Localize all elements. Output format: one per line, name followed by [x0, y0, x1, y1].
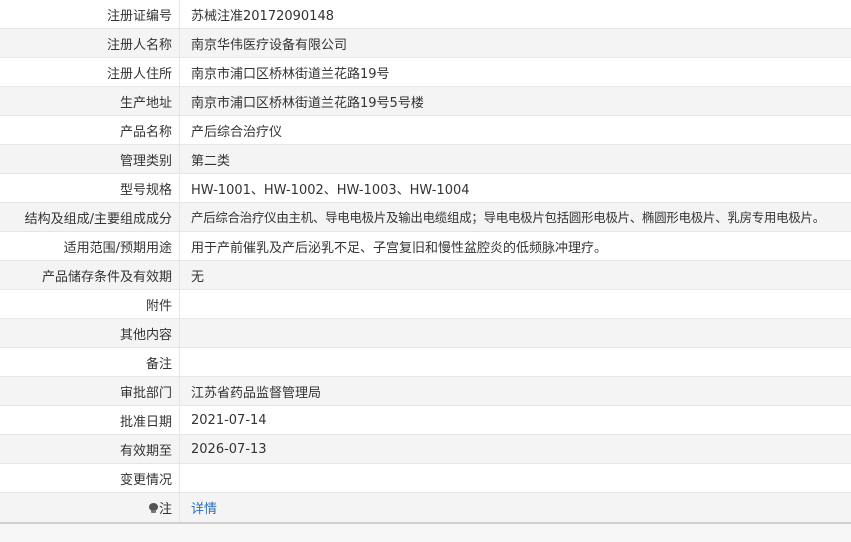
field-label: 注册人住所 [0, 57, 180, 87]
table-row: 注册人名称 南京华伟医疗设备有限公司 [0, 28, 851, 58]
field-label: 注册证编号 [0, 0, 180, 29]
field-label: 附件 [0, 289, 180, 319]
page-footer-strip [0, 524, 851, 542]
field-value: HW-1001、HW-1002、HW-1003、HW-1004 [179, 173, 851, 203]
field-label: 变更情况 [0, 463, 180, 493]
field-label: 注册人名称 [0, 28, 180, 58]
table-row: 附件 [0, 289, 851, 319]
table-row: 注册证编号 苏械注准20172090148 [0, 0, 851, 29]
field-value: 用于产前催乳及产后泌乳不足、子宫复旧和慢性盆腔炎的低频脉冲理疗。 [179, 231, 851, 261]
field-value: 产后综合治疗仪由主机、导电电极片及输出电缆组成；导电电极片包括圆形电极片、椭圆形… [179, 202, 851, 232]
table-row: 产品名称 产后综合治疗仪 [0, 115, 851, 145]
table-row: 审批部门 江苏省药品监督管理局 [0, 376, 851, 406]
table-row: 其他内容 [0, 318, 851, 348]
field-label: 产品储存条件及有效期 [0, 260, 180, 290]
field-label: 其他内容 [0, 318, 180, 348]
field-value [179, 289, 851, 319]
table-row: 适用范围/预期用途 用于产前催乳及产后泌乳不足、子宫复旧和慢性盆腔炎的低频脉冲理… [0, 231, 851, 261]
details-link[interactable]: 详情 [191, 502, 217, 517]
field-value: 第二类 [179, 144, 851, 174]
note-row: 注 详情 [0, 492, 851, 523]
table-row: 结构及组成/主要组成成分 产后综合治疗仪由主机、导电电极片及输出电缆组成；导电电… [0, 202, 851, 232]
field-value [179, 318, 851, 348]
table-row: 变更情况 [0, 463, 851, 493]
field-label: 批准日期 [0, 405, 180, 435]
field-value: 南京华伟医疗设备有限公司 [179, 28, 851, 58]
field-value: 南京市浦口区桥林街道兰花路19号5号楼 [179, 86, 851, 116]
field-value: 苏械注准20172090148 [179, 0, 851, 29]
table-row: 型号规格 HW-1001、HW-1002、HW-1003、HW-1004 [0, 173, 851, 203]
lightbulb-icon [148, 503, 158, 514]
field-label: 管理类别 [0, 144, 180, 174]
field-value: 2021-07-14 [179, 405, 851, 435]
field-label: 生产地址 [0, 86, 180, 116]
field-value [179, 347, 851, 377]
field-label: 备注 [0, 347, 180, 377]
field-value: 无 [179, 260, 851, 290]
field-label: 型号规格 [0, 173, 180, 203]
field-label: 结构及组成/主要组成成分 [0, 202, 180, 232]
field-value: 江苏省药品监督管理局 [179, 376, 851, 406]
field-value: 2026-07-13 [179, 434, 851, 464]
field-value: 产后综合治疗仪 [179, 115, 851, 145]
field-label: 有效期至 [0, 434, 180, 464]
note-label-cell: 注 [0, 492, 180, 523]
table-row: 注册人住所 南京市浦口区桥林街道兰花路19号 [0, 57, 851, 87]
registration-detail-table: 注册证编号 苏械注准20172090148 注册人名称 南京华伟医疗设备有限公司… [0, 0, 851, 523]
table-row: 管理类别 第二类 [0, 144, 851, 174]
field-value [179, 463, 851, 493]
note-label: 注 [158, 502, 172, 517]
field-value: 南京市浦口区桥林街道兰花路19号 [179, 57, 851, 87]
note-value-cell: 详情 [179, 492, 851, 523]
table-row: 有效期至 2026-07-13 [0, 434, 851, 464]
field-label: 审批部门 [0, 376, 180, 406]
table-row: 备注 [0, 347, 851, 377]
table-row: 批准日期 2021-07-14 [0, 405, 851, 435]
field-label: 产品名称 [0, 115, 180, 145]
table-row: 产品储存条件及有效期 无 [0, 260, 851, 290]
field-label: 适用范围/预期用途 [0, 231, 180, 261]
table-row: 生产地址 南京市浦口区桥林街道兰花路19号5号楼 [0, 86, 851, 116]
